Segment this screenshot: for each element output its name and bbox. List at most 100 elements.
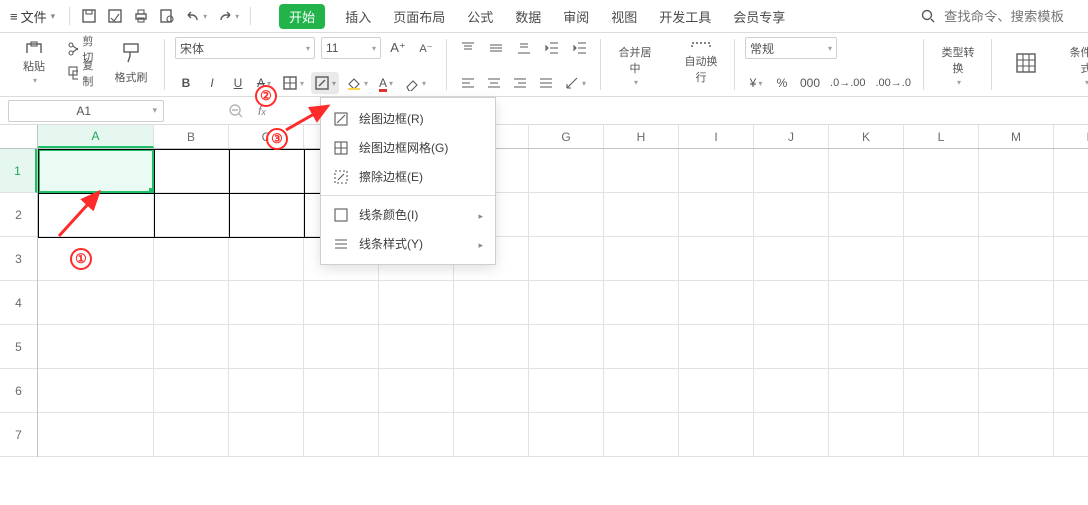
wrap-text-button[interactable]: 自动换行 (677, 37, 725, 85)
cell[interactable] (679, 369, 754, 413)
cell[interactable] (38, 413, 154, 457)
cell[interactable] (829, 413, 904, 457)
cell[interactable] (604, 413, 679, 457)
cell[interactable] (829, 237, 904, 281)
tab-data[interactable]: 数据 (513, 3, 543, 30)
bold-button[interactable]: B (175, 72, 197, 94)
font-family-select[interactable]: 宋体▾ (175, 37, 315, 59)
increase-decimal-button[interactable]: .0→.00 (827, 72, 868, 94)
row-header-7[interactable]: 7 (0, 413, 37, 457)
col-header-A[interactable]: A (38, 125, 154, 148)
decrease-decimal-button[interactable]: .00→.0 (873, 72, 914, 94)
tab-member[interactable]: 会员专享 (731, 3, 787, 30)
col-header-B[interactable]: B (154, 125, 229, 148)
col-header-L[interactable]: L (904, 125, 979, 148)
cell[interactable] (229, 413, 304, 457)
cell[interactable] (604, 281, 679, 325)
border-button[interactable] (279, 72, 307, 94)
cell[interactable] (529, 325, 604, 369)
tab-dev-tools[interactable]: 开发工具 (657, 3, 713, 30)
italic-button[interactable]: I (201, 72, 223, 94)
cell[interactable] (154, 281, 229, 325)
increase-indent-button[interactable] (569, 37, 591, 59)
cell[interactable] (38, 325, 154, 369)
row-header-3[interactable]: 3 (0, 237, 37, 281)
cell[interactable] (979, 325, 1054, 369)
cell[interactable] (1054, 413, 1088, 457)
clear-format-button[interactable] (401, 72, 429, 94)
cell[interactable] (229, 325, 304, 369)
cell[interactable] (154, 149, 229, 193)
cell[interactable] (38, 369, 154, 413)
percent-button[interactable]: % (771, 72, 793, 94)
row-header-2[interactable]: 2 (0, 193, 37, 237)
cell[interactable] (904, 325, 979, 369)
cell[interactable] (454, 413, 529, 457)
cell[interactable] (1054, 193, 1088, 237)
format-painter-button[interactable]: 格式刷 (107, 37, 155, 85)
cell[interactable] (529, 369, 604, 413)
save-button[interactable] (78, 5, 100, 27)
cell[interactable] (679, 281, 754, 325)
print-button[interactable] (130, 5, 152, 27)
cell[interactable] (829, 193, 904, 237)
col-header-I[interactable]: I (679, 125, 754, 148)
cell[interactable] (829, 149, 904, 193)
cell[interactable] (829, 281, 904, 325)
tab-review[interactable]: 审阅 (561, 3, 591, 30)
cell[interactable] (229, 237, 304, 281)
cell[interactable] (604, 149, 679, 193)
print-preview-button[interactable] (156, 5, 178, 27)
cell[interactable] (904, 237, 979, 281)
name-box[interactable]: A1 ▾ (8, 100, 164, 122)
dd-line-color[interactable]: 线条颜色(I) (321, 200, 495, 229)
align-left-button[interactable] (457, 72, 479, 94)
col-header-M[interactable]: M (979, 125, 1054, 148)
font-color-button[interactable]: A (375, 72, 397, 94)
cell[interactable] (229, 193, 304, 237)
cell[interactable] (979, 281, 1054, 325)
align-right-button[interactable] (509, 72, 531, 94)
cell[interactable] (604, 325, 679, 369)
dd-line-style[interactable]: 线条样式(Y) (321, 229, 495, 258)
cell[interactable] (154, 193, 229, 237)
cell[interactable] (904, 149, 979, 193)
cell[interactable] (454, 369, 529, 413)
cell[interactable] (754, 237, 829, 281)
cell[interactable] (1054, 237, 1088, 281)
conditional-format-button[interactable]: 条件格式 (1062, 37, 1088, 85)
orientation-button[interactable] (561, 72, 589, 94)
paste-button[interactable]: 粘贴 (10, 37, 58, 85)
undo-button[interactable] (182, 5, 210, 27)
type-convert-button[interactable]: 类型转换 (934, 37, 982, 85)
draw-border-dropdown[interactable]: 绘图边框(R) 绘图边框网格(G) 擦除边框(E) 线条颜色(I) 线条样式(Y… (320, 97, 496, 265)
col-header-J[interactable]: J (754, 125, 829, 148)
cell[interactable] (154, 369, 229, 413)
tab-page-layout[interactable]: 页面布局 (391, 3, 447, 30)
tab-view[interactable]: 视图 (609, 3, 639, 30)
font-size-select[interactable]: 11▾ (321, 37, 381, 59)
draw-border-button[interactable] (311, 72, 339, 94)
tab-start[interactable]: 开始 (279, 4, 325, 29)
cell[interactable] (379, 369, 454, 413)
row-header-6[interactable]: 6 (0, 369, 37, 413)
align-top-button[interactable] (457, 37, 479, 59)
cell[interactable] (454, 281, 529, 325)
cell[interactable] (829, 325, 904, 369)
cell[interactable] (979, 369, 1054, 413)
cell[interactable] (754, 325, 829, 369)
row-header-4[interactable]: 4 (0, 281, 37, 325)
dd-erase-border[interactable]: 擦除边框(E) (321, 162, 495, 191)
cell[interactable] (979, 413, 1054, 457)
cell[interactable] (679, 193, 754, 237)
command-search[interactable] (920, 8, 1084, 25)
search-input[interactable] (942, 8, 1072, 25)
cell[interactable] (904, 281, 979, 325)
cell[interactable] (529, 237, 604, 281)
align-bottom-button[interactable] (513, 37, 535, 59)
cell[interactable] (229, 369, 304, 413)
dd-draw-border[interactable]: 绘图边框(R) (321, 104, 495, 133)
cell[interactable] (904, 193, 979, 237)
fill-color-button[interactable] (343, 72, 371, 94)
cell[interactable] (754, 369, 829, 413)
